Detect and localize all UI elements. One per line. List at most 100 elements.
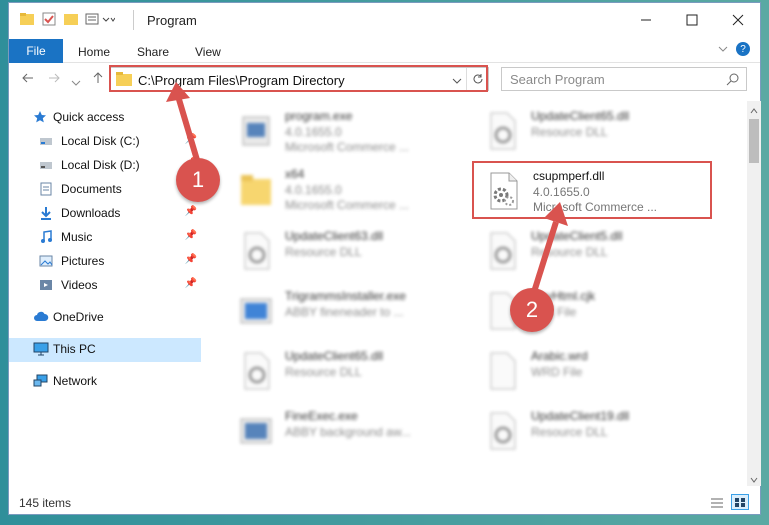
file-name: UpdateClient5.dll [531,229,623,243]
file-item[interactable]: Arabic.wrd WRD File [473,343,713,399]
sidebar-item-label: Pictures [61,254,105,268]
item-count: 145 items [19,496,72,510]
maximize-button[interactable] [669,3,715,37]
close-button[interactable] [715,3,761,37]
documents-icon [39,182,53,196]
sidebar-item-downloads[interactable]: Downloads 📌 [9,202,201,224]
file-detail: WRD File [531,365,583,379]
dll-file-icon [485,231,519,271]
title-bar: Program [9,3,760,37]
ribbon: File Home Share View ? [9,37,760,63]
minimize-icon [641,19,651,21]
exe-file-icon [239,411,273,451]
sidebar-item-network[interactable]: Network [9,370,201,392]
sidebar-item-this-pc[interactable]: This PC [9,338,201,362]
file-name: program.exe [285,109,353,123]
sidebar-item-music[interactable]: Music 📌 [9,226,201,248]
window-title: Program [147,13,197,28]
sidebar-item-documents[interactable]: Documents 📌 [9,178,201,200]
expand-ribbon-icon[interactable] [717,43,729,58]
scrollbar-thumb[interactable] [749,119,759,163]
file-item[interactable]: UpdateClient5.dll Resource DLL [473,223,713,279]
search-input[interactable]: Search Program [501,67,747,91]
step-1-badge: 1 [176,158,220,202]
file-list: program.exe 4.0.1655.0 Microsoft Commerc… [215,101,735,486]
file-name: UpdateClient19.dll [531,409,630,423]
address-dropdown-icon[interactable] [452,74,462,88]
file-name: csupmperf.dll [533,169,605,183]
properties-icon[interactable] [41,11,57,29]
help-icon[interactable]: ? [736,42,750,56]
file-item[interactable]: UpdateClient19.dll Resource DLL [473,403,713,459]
sidebar-item-label: Local Disk (D:) [61,158,140,172]
maximize-icon [686,14,698,26]
file-detail: 4.0.1655.0 [285,125,342,139]
file-detail: Resource DLL [531,125,608,139]
status-bar: 145 items [9,490,760,516]
sidebar-item-label: Downloads [61,206,121,220]
new-folder-icon[interactable] [63,11,79,29]
recent-locations-icon[interactable] [71,74,81,90]
file-detail: 4.0.1655.0 [285,183,342,197]
search-placeholder: Search Program [510,72,605,87]
file-item[interactable]: TrigrammsInstaller.exe ABBY fineneader t… [227,283,467,339]
dll-file-icon [239,351,273,391]
minimize-button[interactable] [623,3,669,37]
address-bar[interactable]: C:\Program Files\Program Directory [109,67,489,91]
file-detail: ABBY background aw... [285,425,411,439]
tab-view[interactable]: View [195,45,221,59]
file-item[interactable]: program.exe 4.0.1655.0 Microsoft Commerc… [227,103,467,159]
search-icon [726,72,740,89]
tab-share[interactable]: Share [137,45,169,59]
explorer-window: Program File Home Share View ? C:\Progra… [8,2,761,515]
file-item[interactable]: FineExec.exe ABBY background aw... [227,403,467,459]
large-icons-view-icon[interactable] [731,494,749,510]
sidebar-item-videos[interactable]: Videos 📌 [9,274,201,296]
file-detail: Microsoft Commerce ... [533,200,658,214]
sidebar-item-label: Music [61,230,93,244]
file-detail: Resource DLL [531,245,608,259]
tab-file[interactable]: File [9,39,63,63]
tab-home[interactable]: Home [78,45,110,59]
sidebar-item-local-disk-c[interactable]: Local Disk (C:) 📌 [9,130,201,152]
back-icon[interactable] [21,71,35,88]
vertical-scrollbar[interactable] [747,101,761,486]
refresh-icon[interactable] [466,68,488,90]
step-2-badge: 2 [510,288,554,332]
network-icon [33,374,48,388]
exe-file-icon [239,111,273,151]
forward-icon[interactable] [47,71,61,88]
computer-icon [33,342,49,356]
up-icon[interactable] [91,71,105,88]
file-item-csupmperf[interactable]: csupmperf.dll 4.0.1655.0 Microsoft Comme… [475,163,715,219]
file-item[interactable]: UpdateClient65.dll Resource DLL [473,103,713,159]
file-name: UpdateClient65.dll [531,109,630,123]
scroll-down-icon[interactable] [750,473,758,487]
drive-icon [39,158,53,172]
download-icon [39,206,53,220]
file-item[interactable]: x64 4.0.1655.0 Microsoft Commerce ... [227,161,467,217]
details-view-icon[interactable] [709,496,725,513]
file-name: UpdateClient65.dll [285,349,384,363]
file-detail: Resource DLL [531,425,608,439]
sidebar-item-local-disk-d[interactable]: Local Disk (D:) 📌 [9,154,201,176]
customize-toolbar-icon[interactable] [85,11,116,29]
sidebar-item-label: OneDrive [53,310,104,324]
sidebar-item-pictures[interactable]: Pictures 📌 [9,250,201,272]
file-name: TrigrammsInstaller.exe [285,289,406,303]
pin-icon: 📌 [184,134,197,145]
pin-icon: 📌 [184,206,197,217]
file-item[interactable]: DevHtml.cjk CJK File [473,283,713,339]
pin-icon: 📌 [184,230,197,241]
videos-icon [39,278,53,292]
file-item[interactable]: UpdateClient63.dll Resource DLL [227,223,467,279]
sidebar-item-quick-access[interactable]: Quick access [9,106,201,128]
file-item[interactable]: UpdateClient65.dll Resource DLL [227,343,467,399]
exe-file-icon [239,291,273,331]
title-divider [133,10,134,30]
scroll-up-icon[interactable] [750,104,758,118]
sidebar-item-label: Videos [61,278,98,292]
sidebar-item-label: Network [53,374,98,388]
close-icon [732,14,744,26]
sidebar-item-onedrive[interactable]: OneDrive [9,306,201,328]
